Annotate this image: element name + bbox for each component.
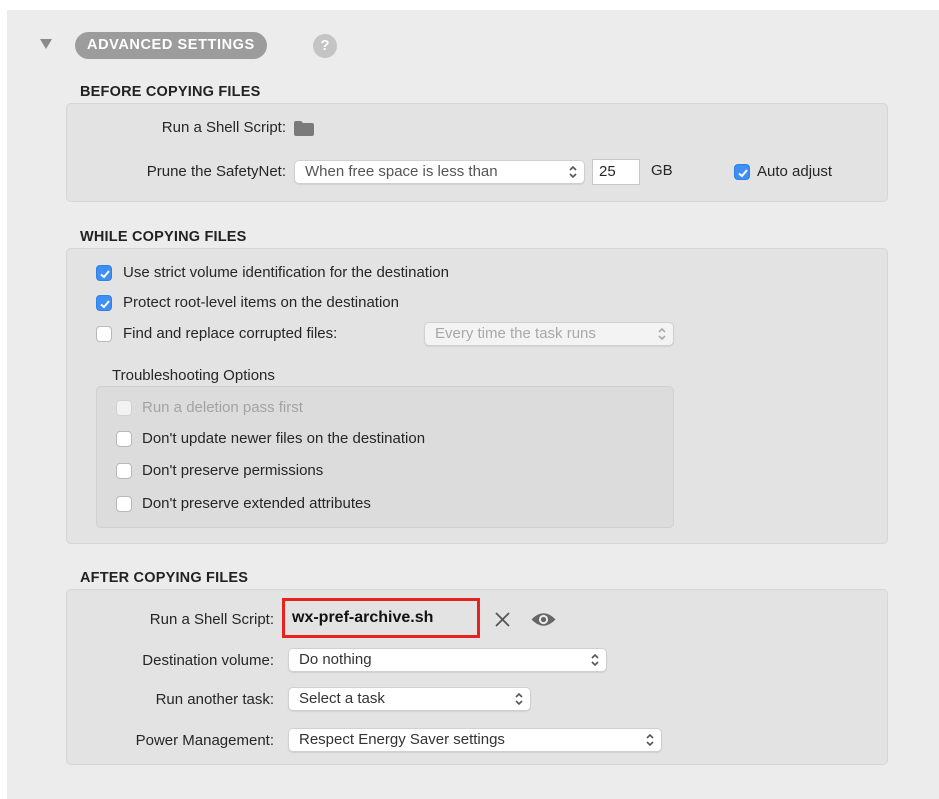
- advanced-settings-title[interactable]: ADVANCED SETTINGS: [75, 32, 267, 59]
- before-shell-script-label: Run a Shell Script:: [161, 119, 286, 136]
- eye-icon[interactable]: [530, 610, 557, 629]
- another-task-value: Select a task: [299, 690, 385, 707]
- chevron-updown-icon: [569, 165, 577, 179]
- dest-volume-select[interactable]: Do nothing: [288, 648, 607, 672]
- prune-safetynet-label: Prune the SafetyNet:: [146, 163, 286, 180]
- auto-adjust-checkbox[interactable]: [734, 164, 750, 180]
- find-replace-select[interactable]: Every time the task runs: [424, 322, 674, 346]
- troubleshooting-title: Troubleshooting Options: [112, 367, 275, 384]
- no-xattrs-label[interactable]: Don't preserve extended attributes: [142, 495, 371, 512]
- prune-gb-input[interactable]: 25: [592, 159, 640, 185]
- section-title-after: AFTER COPYING FILES: [80, 570, 249, 586]
- no-update-newer-label[interactable]: Don't update newer files on the destinat…: [142, 430, 425, 447]
- section-title-before: BEFORE COPYING FILES: [80, 84, 261, 100]
- another-task-label: Run another task:: [155, 691, 274, 708]
- help-icon[interactable]: ?: [313, 34, 337, 58]
- prune-gb-unit: GB: [651, 162, 673, 179]
- auto-adjust-label[interactable]: Auto adjust: [757, 163, 832, 180]
- section-title-while: WHILE COPYING FILES: [80, 229, 247, 245]
- no-update-newer-checkbox[interactable]: [116, 431, 132, 447]
- protect-root-checkbox[interactable]: [96, 295, 112, 311]
- dest-volume-label: Destination volume:: [142, 652, 274, 669]
- deletion-pass-label: Run a deletion pass first: [142, 399, 303, 416]
- power-management-select[interactable]: Respect Energy Saver settings: [288, 728, 662, 752]
- strict-volume-label[interactable]: Use strict volume identification for the…: [123, 264, 449, 281]
- disclosure-triangle-icon[interactable]: [40, 39, 52, 49]
- chevron-updown-icon: [658, 327, 666, 341]
- prune-safetynet-select[interactable]: When free space is less than: [294, 160, 585, 184]
- folder-icon[interactable]: [294, 121, 314, 136]
- chevron-updown-icon: [591, 653, 599, 667]
- after-shell-script-label: Run a Shell Script:: [149, 611, 274, 628]
- checkmark-icon: [738, 169, 748, 178]
- another-task-select[interactable]: Select a task: [288, 687, 531, 711]
- power-management-value: Respect Energy Saver settings: [299, 731, 505, 748]
- no-permissions-checkbox[interactable]: [116, 463, 132, 479]
- deletion-pass-checkbox[interactable]: [116, 400, 132, 416]
- power-management-label: Power Management:: [135, 732, 274, 749]
- find-replace-label[interactable]: Find and replace corrupted files:: [123, 325, 337, 342]
- chevron-updown-icon: [646, 733, 654, 747]
- dest-volume-value: Do nothing: [299, 651, 372, 668]
- prune-safetynet-value: When free space is less than: [305, 163, 498, 180]
- protect-root-label[interactable]: Protect root-level items on the destinat…: [123, 294, 399, 311]
- script-filename[interactable]: wx-pref-archive.sh: [292, 609, 433, 627]
- checkmark-icon: [100, 270, 110, 279]
- chevron-updown-icon: [515, 692, 523, 706]
- close-icon[interactable]: [494, 611, 511, 628]
- strict-volume-checkbox[interactable]: [96, 265, 112, 281]
- find-replace-value: Every time the task runs: [435, 325, 596, 342]
- no-permissions-label[interactable]: Don't preserve permissions: [142, 462, 323, 479]
- before-copying-box: [66, 103, 888, 202]
- checkmark-icon: [100, 300, 110, 309]
- no-xattrs-checkbox[interactable]: [116, 496, 132, 512]
- find-replace-checkbox[interactable]: [96, 326, 112, 342]
